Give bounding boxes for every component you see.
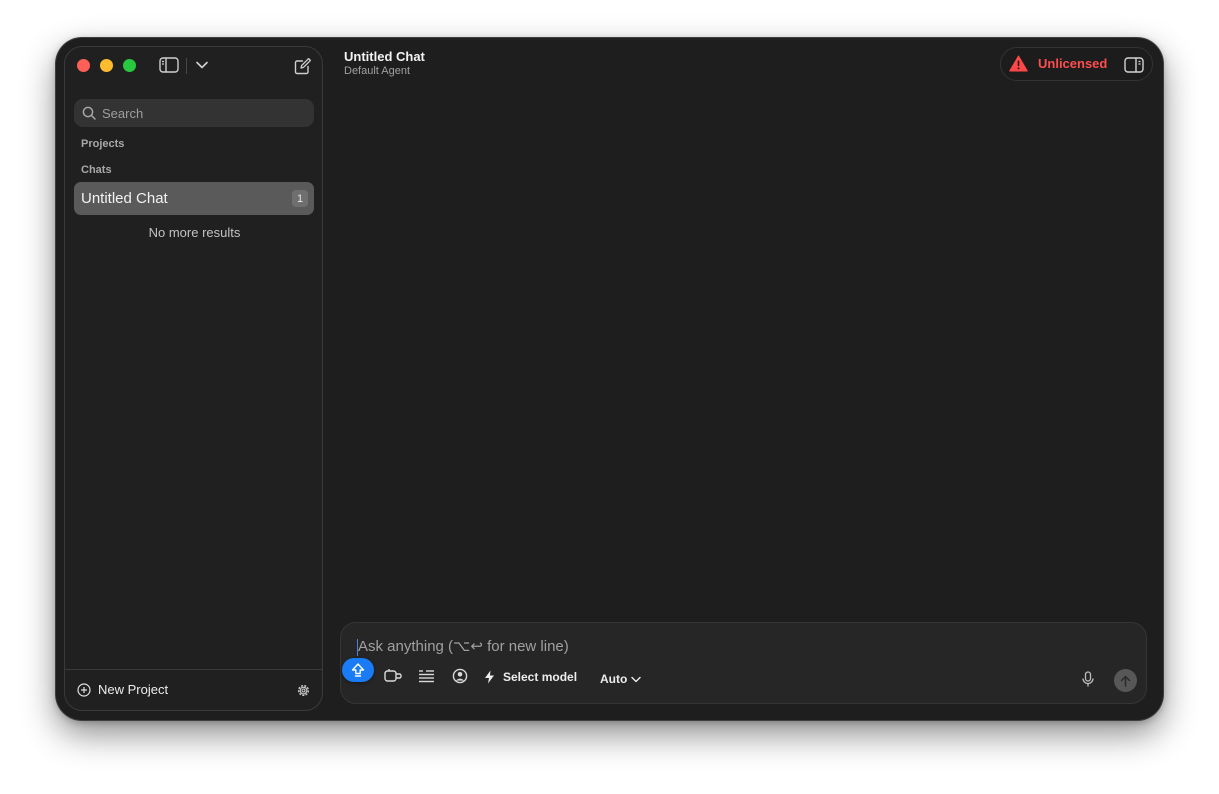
top-right-controls: Unlicensed xyxy=(1000,47,1153,81)
minimize-window-button[interactable] xyxy=(100,59,113,72)
unlicensed-button[interactable]: Unlicensed xyxy=(1009,55,1107,72)
list-icon[interactable] xyxy=(418,668,435,684)
mode-dropdown[interactable]: Auto xyxy=(600,672,642,686)
search-input[interactable] xyxy=(102,105,302,121)
mode-label: Auto xyxy=(600,672,628,686)
agent-subtitle: Default Agent xyxy=(344,65,411,77)
message-input[interactable] xyxy=(358,637,1078,659)
search-icon xyxy=(82,106,96,120)
app-window: Projects Chats Untitled Chat 1 No more r… xyxy=(56,38,1163,720)
new-project-button[interactable]: New Project xyxy=(77,682,168,697)
license-status-label: Unlicensed xyxy=(1038,56,1108,71)
projects-section-title: Projects xyxy=(81,138,125,150)
chat-title: Untitled Chat xyxy=(81,190,168,207)
maximize-window-button[interactable] xyxy=(123,59,136,72)
gear-icon[interactable] xyxy=(295,682,311,698)
plus-circle-icon xyxy=(77,682,91,697)
chevron-down-icon xyxy=(631,676,642,683)
select-model-label: Select model xyxy=(503,670,578,684)
sidebar-toggle-icon[interactable] xyxy=(158,56,180,74)
close-window-button[interactable] xyxy=(77,59,90,72)
chevron-down-icon[interactable] xyxy=(194,58,210,72)
chats-section-title: Chats xyxy=(81,164,112,176)
new-project-label: New Project xyxy=(98,682,169,697)
select-model-button[interactable]: Select model xyxy=(484,670,577,684)
chat-list-item[interactable]: Untitled Chat 1 xyxy=(74,182,314,215)
floating-action-button[interactable] xyxy=(342,658,374,682)
send-button[interactable] xyxy=(1114,669,1137,692)
microphone-icon[interactable] xyxy=(1082,671,1094,688)
search-field[interactable] xyxy=(74,99,314,127)
chat-title-heading: Untitled Chat xyxy=(344,49,425,64)
text-caret xyxy=(357,639,358,656)
shift-icon xyxy=(351,662,365,678)
warning-icon xyxy=(1009,55,1028,72)
sidebar-footer: New Project xyxy=(65,669,322,710)
compose-icon[interactable] xyxy=(293,56,313,76)
message-composer: Select model Auto xyxy=(340,622,1147,704)
toolbar-divider xyxy=(186,58,187,74)
person-icon[interactable] xyxy=(452,668,468,684)
arrow-up-icon xyxy=(1120,675,1131,687)
tool-icon[interactable] xyxy=(384,668,402,684)
bolt-icon xyxy=(484,670,495,684)
no-more-results-text: No more results xyxy=(148,225,241,240)
chat-count-badge: 1 xyxy=(292,190,308,207)
sidebar: Projects Chats Untitled Chat 1 No more r… xyxy=(64,46,323,711)
right-panel-icon[interactable] xyxy=(1123,56,1145,73)
